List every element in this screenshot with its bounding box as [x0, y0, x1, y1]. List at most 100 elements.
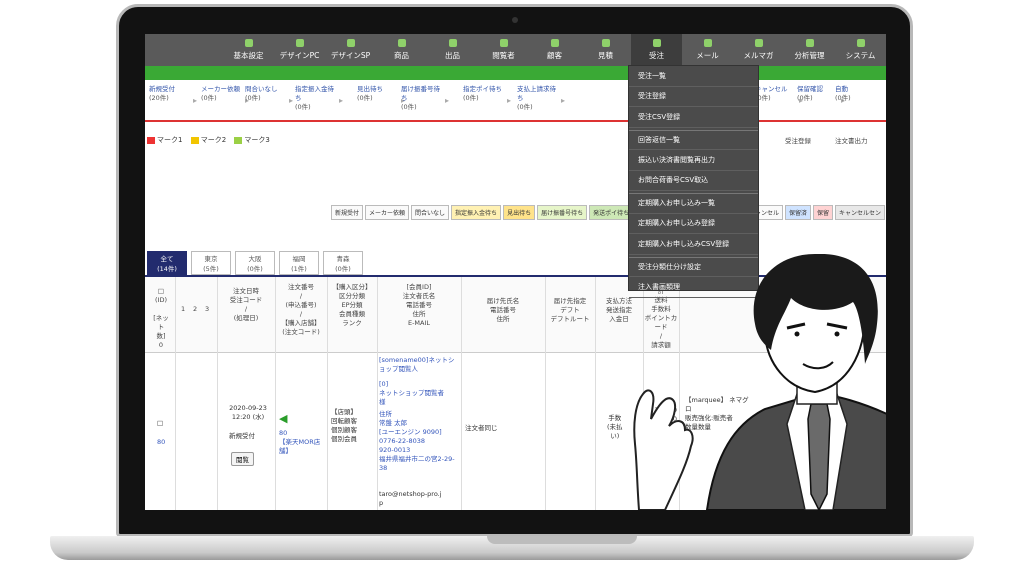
subtab-10[interactable]: 自動 (0件) — [835, 85, 879, 119]
dropdown-item-3[interactable]: 回答返信一覧 — [629, 129, 758, 150]
status-chip[interactable]: 指定振入金待ち — [451, 205, 502, 220]
th-recipient: 届け先氏名 電話番号 住所 — [486, 297, 520, 323]
subtab-count: (0件) — [463, 94, 479, 102]
store-tab-3[interactable]: 福岡 (1件) — [279, 251, 319, 275]
status-chip[interactable]: 新規受付 — [331, 205, 364, 220]
nav-item-2[interactable]: デザインSP — [325, 34, 376, 66]
subtab-6[interactable]: 指定ポイ待ち (0件) — [463, 85, 507, 119]
subtab-4[interactable]: 見出待ち (0件) — [357, 85, 401, 119]
status-chip[interactable]: 保留 — [813, 205, 834, 220]
nav-item-10[interactable]: メルマガ — [733, 34, 784, 66]
dropdown-item-5[interactable]: お問合荷番号CSV取込 — [629, 171, 758, 191]
status-chip[interactable]: 届け振番号待ち — [537, 205, 588, 220]
nav-item-6[interactable]: 顧客 — [529, 34, 580, 66]
view-button[interactable]: 閲覧 — [231, 452, 254, 466]
subtab-count: (0件) — [401, 103, 417, 111]
row-product[interactable]: 【marquee】 ネマグロ 販売強化:販売者 数量数量 — [685, 396, 755, 432]
nav-item-8[interactable]: 受注 — [631, 34, 682, 66]
nav-label: 基本設定 — [233, 51, 264, 60]
nav-item-3[interactable]: 商品 — [376, 34, 427, 66]
subtab-0[interactable]: 新規受付 (20件) — [149, 85, 193, 119]
store-tab-1[interactable]: 東京 (5件) — [191, 251, 231, 275]
dropdown-item-0[interactable]: 受注一覧 — [629, 66, 758, 87]
chevron-right-icon: ▸ — [289, 96, 294, 105]
subtab-5[interactable]: 届け振番号待ち (0件) — [401, 85, 445, 119]
subtab-count: (0件) — [835, 94, 851, 102]
chevron-right-icon: ▸ — [193, 96, 198, 105]
tab-label: 大阪 — [248, 255, 262, 263]
dropdown-item-9[interactable]: 受注分類仕分け設定 — [629, 256, 758, 277]
laptop-notch — [487, 536, 637, 544]
subtab-label: 問合いなし — [245, 85, 278, 93]
nav-item-7[interactable]: 見積 — [580, 34, 631, 66]
store-tab-0[interactable]: 全て (14件) — [147, 251, 187, 275]
table-header: □ (ID) [ネット 数] 0 1 2 3 注文日時 受注コード / (処理日… — [145, 277, 886, 353]
subtab-3[interactable]: 指定振入金待ち (0件) — [295, 85, 339, 119]
subtab-8[interactable]: キャンセル (0件) — [755, 85, 799, 119]
dropdown-item-7[interactable]: 定期購入お申し込み登録 — [629, 214, 758, 234]
col-divider — [679, 277, 680, 510]
status-chip[interactable]: 問合いなし — [411, 205, 450, 220]
nav-item-12[interactable]: システム — [835, 34, 886, 66]
store-tabs: 全て (14件) 東京 (5件) 大阪 (0件) 福岡 (1件) 青森 (0件) — [147, 251, 363, 275]
store-tab-2[interactable]: 大阪 (0件) — [235, 251, 275, 275]
status-chip[interactable]: 保留済 — [785, 205, 812, 220]
tab-label: 東京 — [204, 255, 218, 263]
dropdown-item-4[interactable]: 振込い決済書閲覧再出力 — [629, 150, 758, 171]
row-date: 2020-09-23 12:20 (水) — [229, 404, 267, 421]
col-divider — [643, 277, 644, 510]
nav-icon — [499, 39, 508, 47]
subtab-count: (0件) — [295, 103, 311, 111]
subtab-7[interactable]: 支払上請求待ち (0件) — [517, 85, 561, 119]
row-customer-name[interactable]: [somename00]ネットショップ閲覧人 — [379, 356, 459, 374]
nav-icon — [295, 39, 304, 47]
nav-label: 受注 — [649, 51, 664, 60]
nav-icon — [346, 39, 355, 47]
nav-item-11[interactable]: 分析管理 — [784, 34, 835, 66]
csv-output-link[interactable]: 注文書出力 — [835, 135, 868, 145]
mark3-label: マーク3 — [244, 136, 270, 144]
dropdown-item-2[interactable]: 受注CSV登録 — [629, 107, 758, 128]
row-checkbox[interactable]: □ — [157, 419, 163, 428]
tab-count: (0件) — [247, 265, 263, 273]
subtab-label: 支払上請求待ち — [517, 85, 556, 102]
nav-item-4[interactable]: 出品 — [427, 34, 478, 66]
status-chip[interactable]: キャンセルセン — [835, 205, 886, 220]
nav-icon — [448, 39, 457, 47]
row-email[interactable]: taro@netshop-pro.j p — [379, 490, 459, 508]
nav-icon — [805, 39, 814, 47]
status-chip[interactable]: 発送ポイ待ち — [589, 205, 634, 220]
col-divider — [545, 277, 546, 510]
order-new-link[interactable]: 受注登録 — [785, 135, 811, 145]
row-order-link[interactable]: 80 【楽天MOR店舗】 — [279, 429, 325, 456]
mark1-icon — [147, 136, 155, 144]
col-divider — [461, 277, 462, 510]
nav-item-9[interactable]: メール — [682, 34, 733, 66]
dropdown-item-8[interactable]: 定期購入お申し込みCSV登録 — [629, 234, 758, 255]
row-customer-address[interactable]: 住所 常盤 太郎 [ユーエンジン 9090] 0776-22-8038 920-… — [379, 410, 459, 473]
th-check: □ (ID) [ネット 数] 0 — [153, 287, 169, 349]
store-tab-4[interactable]: 青森 (0件) — [323, 251, 363, 275]
dropdown-item-1[interactable]: 受注登録 — [629, 87, 758, 107]
nav-item-1[interactable]: デザインPC — [274, 34, 325, 66]
subtab-count: (0件) — [517, 103, 533, 111]
subtab-1[interactable]: メーカー依頼 (0件) — [201, 85, 245, 119]
nav-label: 閲覧者 — [492, 51, 515, 60]
dropdown-item-10[interactable]: 注入書画類理 — [629, 277, 758, 298]
nav-item-5[interactable]: 閲覧者 — [478, 34, 529, 66]
status-chip[interactable]: 見出待ち — [503, 205, 536, 220]
nav-item-0[interactable]: 基本設定 — [223, 34, 274, 66]
status-chip-row: 新規受付 メーカー依頼 問合いなし 指定振入金待ち 見出待ち 届け振番号待ち 発送ポイ待ち — [331, 205, 634, 220]
nav-icon — [550, 39, 559, 47]
nav-label: デザインSP — [330, 51, 371, 60]
th-purchase: 【購入区分】 区分分類 EP分類 会員種類 ランク — [332, 283, 372, 327]
row-id[interactable]: 80 — [157, 438, 165, 447]
nav-icon — [703, 39, 712, 47]
col-divider — [217, 277, 218, 510]
status-chip[interactable]: メーカー依頼 — [365, 205, 410, 220]
row-customer-tag[interactable]: [0] ネットショップ閲覧者 様 — [379, 380, 459, 407]
subtab-2[interactable]: 問合いなし (0件) — [245, 85, 289, 119]
dropdown-item-6[interactable]: 定期購入お申し込み一覧 — [629, 193, 758, 214]
col-divider — [175, 277, 176, 510]
green-bar — [145, 66, 886, 80]
